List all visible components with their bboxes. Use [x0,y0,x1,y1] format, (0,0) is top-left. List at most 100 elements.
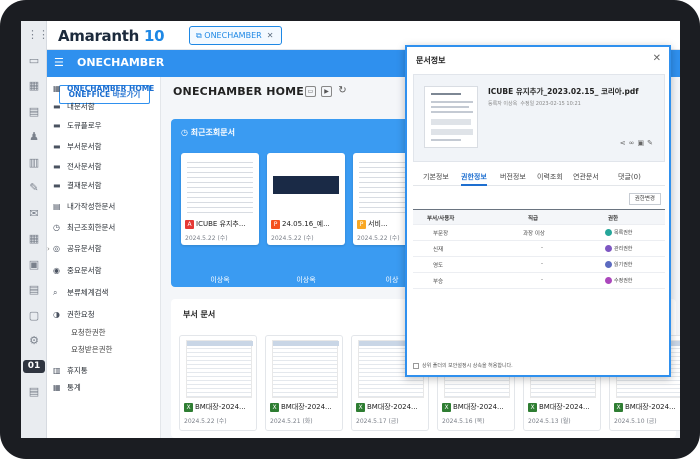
link-icon[interactable]: ∞ [629,139,638,147]
folder-icon: ▬ [53,142,61,151]
settings-icon[interactable]: ⚙ [27,334,41,347]
inherit-checkbox[interactable] [413,362,419,369]
tab-2[interactable]: 권한정보 [461,172,487,186]
sidebar-item-9[interactable]: › ◎ 공유문서함 [47,244,102,254]
recent-card[interactable]: P 24.05.16_예... 2024.5.22 (수) [267,153,345,245]
card-name: 24.05.16_예... [282,220,330,228]
tab-4[interactable]: 이력조회 [537,172,563,182]
recent-card[interactable]: A ICUBE 유지추... 2024.5.22 (수) [181,153,259,245]
delete-icon[interactable]: ▣ [638,139,648,147]
recent-card[interactable]: P 서비... 2024.5.22 (수) [353,153,411,245]
ledger-icon[interactable]: ▤ [27,105,41,118]
lock-icon: ◑ [53,310,60,319]
onechamber-icon[interactable]: 01 [23,359,45,373]
edit-icon[interactable]: ✎ [27,181,41,194]
sidebar-item-1[interactable]: ▦ ONECHAMBER HOME [53,84,154,94]
people-icon[interactable]: ♟ [27,130,41,143]
close-icon[interactable]: ✕ [267,31,274,40]
change-permission-button[interactable]: 권한변경 [628,193,661,205]
sidebar-item-3[interactable]: ▬ 도큐플로우 [53,121,102,131]
sidebar-item-13[interactable]: 요청한권한 [71,328,106,338]
calculator-icon[interactable]: ▦ [27,79,41,92]
video-icon[interactable]: ▶ [321,86,332,97]
sidebar-item-11[interactable]: ⌕ 분류체계검색 [53,288,108,298]
card-name: BM대장-2024... [453,403,504,411]
sidebar-item-2[interactable]: ▬ 내문서함 [53,102,95,112]
sidebar-item-label: 권한요청 [67,310,95,319]
folder-icon: ▬ [53,121,61,130]
card-owner: 이상 [385,276,399,284]
column-header: 권한 [608,216,619,222]
sidebar-item-6[interactable]: ▬ 결재문서함 [53,181,102,191]
stats-icon: ▦ [53,383,61,392]
card-title: X BM대장-2024... [184,402,256,412]
book-icon[interactable]: ▣ [27,258,41,271]
sidebar-item-14[interactable]: 요청받은권한 [71,345,112,355]
sidebar-item-5[interactable]: ▬ 전사문서함 [53,162,102,172]
sidebar-item-label: 공유문서함 [67,244,102,253]
device-frame: ⋮⋮ ▭ ▦ ▤ ♟ ▥ ✎ ✉ ▦ ▣ ▤ ▢ ⚙ 01 ▤ Amaranth 10 ⧉ ONECHAMB… [0,0,700,459]
rank-cell: - [541,261,543,267]
clipboard-icon[interactable]: ▤ [27,283,41,296]
file-type-icon: P [357,219,366,229]
refresh-icon[interactable]: ↻ [337,86,348,97]
card-date: 2024.5.22 (수) [185,235,228,242]
permission-badge: 관리권한 [605,245,632,252]
chart-icon[interactable]: ▥ [27,156,41,169]
monitor-icon[interactable]: ▭ [27,54,41,67]
sidebar-item-label: ONECHAMBER HOME [67,84,155,93]
tab-3[interactable]: 버전정보 [500,172,526,182]
printer-icon[interactable]: ▤ [27,385,41,398]
sidebar-item-label: 휴지통 [67,366,88,375]
edit-icon[interactable]: ✎ [647,139,656,147]
tab-5[interactable]: 연관문서 [573,172,599,182]
document-thumbnail [359,158,411,216]
display-icon[interactable]: ▭ [305,86,316,97]
document-meta: 등록자 이상옥 수정일 2023-02-15 10:21 [488,101,581,107]
document-info-dialog: 문서정보 ✕ ICUBE 유지추가_2023.02.15_ 코리아.pdf 등록… [405,45,671,377]
sidebar-item-4[interactable]: ▬ 부서문서함 [53,142,102,152]
page-title: ONECHAMBER HOME [173,85,305,98]
expand-arrow-icon[interactable]: › [47,244,50,254]
search-icon: ⌕ [53,288,58,297]
mail-icon[interactable]: ✉ [27,207,41,220]
department-card[interactable]: X BM대장-2024... 2024.5.22 (수) [179,335,257,431]
card-owner: 이상옥 [296,276,316,284]
document-icon: ▤ [53,202,61,211]
sidebar-item-16[interactable]: ▦ 통계 [53,383,81,393]
apps-icon[interactable]: ⋮⋮ [27,28,49,41]
sidebar-item-15[interactable]: ▥ 휴지통 [53,366,88,376]
inherit-option: 상위 폴더의 보안설정시 상속을 허용합니다. [413,362,513,369]
sidebar-item-label: 내문서함 [67,102,95,111]
share-icon[interactable]: ⋖ [620,139,629,147]
close-icon[interactable]: ✕ [653,53,661,64]
card-date: 2024.5.17 (금) [356,418,399,425]
document-name: ICUBE 유지추가_2023.02.15_ 코리아.pdf [488,87,639,96]
table-header-row: 부서/사용자 직급 권한 [413,210,665,225]
card-name: 서비... [368,220,388,228]
tab-1[interactable]: 기본정보 [423,172,449,182]
calendar-icon[interactable]: ▦ [27,232,41,245]
document-summary: ICUBE 유지추가_2023.02.15_ 코리아.pdf 등록자 이상옥 수… [413,74,665,162]
pdf-icon[interactable]: ▢ [27,309,41,322]
sidebar-item-label: 분류체계검색 [67,288,109,297]
sidebar-item-10[interactable]: ◉ 중요문서함 [53,266,102,276]
app-rail: ⋮⋮ ▭ ▦ ▤ ♟ ▥ ✎ ✉ ▦ ▣ ▤ ▢ ⚙ 01 ▤ [21,21,49,438]
tab-6[interactable]: 댓글(0) [618,172,641,182]
card-title: X BM대장-2024... [270,402,342,412]
card-date: 2024.5.10 (금) [614,418,657,425]
sidebar-item-7[interactable]: ▤ 내가작성한문서 [53,202,115,212]
recent-documents-panel: ◷ 최근조회문서 A ICUBE 유지추... 2024.5.22 (수) 이상옥 P 2… [171,119,411,287]
folder-icon: ▬ [53,162,61,171]
sidebar-item-8[interactable]: ◷ 최근조회한문서 [53,223,115,233]
share-icon: ◎ [53,244,60,253]
sidebar-item-12[interactable]: ◑ 권한요청 [53,310,95,320]
card-title: X BM대장-2024... [528,402,600,412]
star-icon: ◉ [53,266,60,275]
hamburger-menu-icon[interactable]: ☰ [54,57,66,68]
card-title: A ICUBE 유지추... [185,219,257,229]
card-title: P 서비... [357,219,411,229]
open-tab-onechamber[interactable]: ⧉ ONECHAMBER ✕ [189,26,283,45]
amaranth-logo[interactable]: Amaranth 10 [58,27,165,45]
department-card[interactable]: X BM대장-2024... 2024.5.21 (화) [265,335,343,431]
